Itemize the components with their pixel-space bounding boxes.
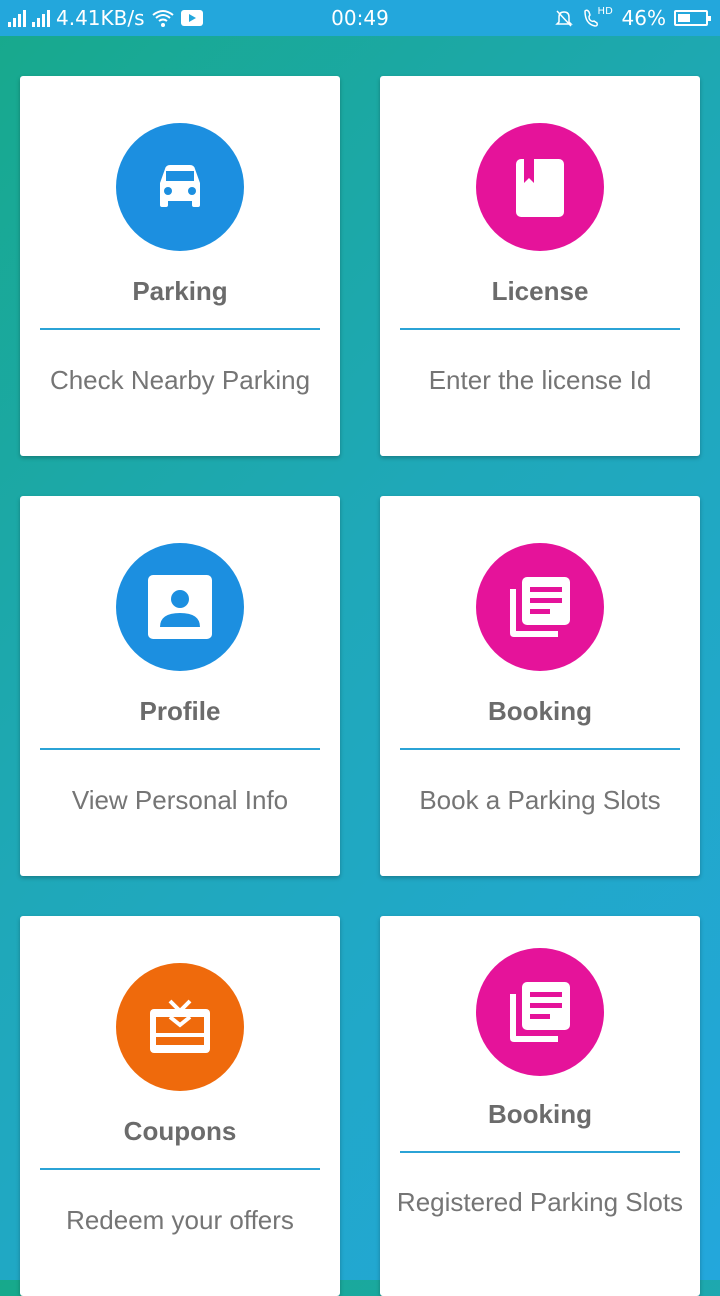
card-divider (40, 328, 320, 330)
card-title: Parking (132, 276, 228, 306)
card-description: Book a Parking Slots (419, 785, 661, 815)
card-description: View Personal Info (71, 785, 289, 815)
license-card[interactable]: License Enter the license Id (380, 76, 700, 456)
coupons-card[interactable]: Coupons Redeem your offers (20, 916, 340, 1296)
car-icon (160, 165, 200, 207)
booking-icon-circle (476, 543, 604, 671)
card-title: Coupons (123, 1116, 237, 1146)
booking-icon-circle (476, 948, 604, 1076)
gift-card-icon (150, 999, 210, 1053)
parking-icon-circle (116, 123, 244, 251)
card-divider (400, 1151, 680, 1153)
card-divider (400, 328, 680, 330)
card-title: License (491, 276, 589, 306)
card-description: Enter the license Id (428, 365, 652, 395)
book-icon (516, 159, 564, 217)
library-books-icon (510, 577, 570, 637)
card-title: Profile (139, 696, 221, 726)
hd-label: HD (597, 6, 613, 17)
profile-icon-circle (116, 543, 244, 671)
card-divider (40, 1168, 320, 1170)
card-divider (400, 748, 680, 750)
status-bar: 4.41KB/s 00:49 HD 46% (0, 0, 720, 36)
card-description: Check Nearby Parking (49, 365, 311, 395)
account-box-icon (148, 575, 212, 639)
license-icon-circle (476, 123, 604, 251)
battery-percent: 46% (621, 6, 666, 30)
card-title: Booking (488, 1099, 592, 1129)
battery-icon (674, 10, 711, 26)
parking-card[interactable]: Parking Check Nearby Parking (20, 76, 340, 456)
card-description: Registered Parking Slots (396, 1187, 684, 1217)
hd-call-icon: HD (582, 6, 614, 28)
card-title: Booking (488, 696, 592, 726)
card-description: Redeem your offers (66, 1205, 294, 1235)
coupons-icon-circle (116, 963, 244, 1091)
bell-off-icon (554, 10, 573, 27)
card-divider (40, 748, 320, 750)
profile-card[interactable]: Profile View Personal Info (20, 496, 340, 876)
booking-card[interactable]: Booking Book a Parking Slots (380, 496, 700, 876)
registered-booking-card[interactable]: Booking Registered Parking Slots (380, 916, 700, 1296)
library-books-icon (510, 982, 570, 1042)
